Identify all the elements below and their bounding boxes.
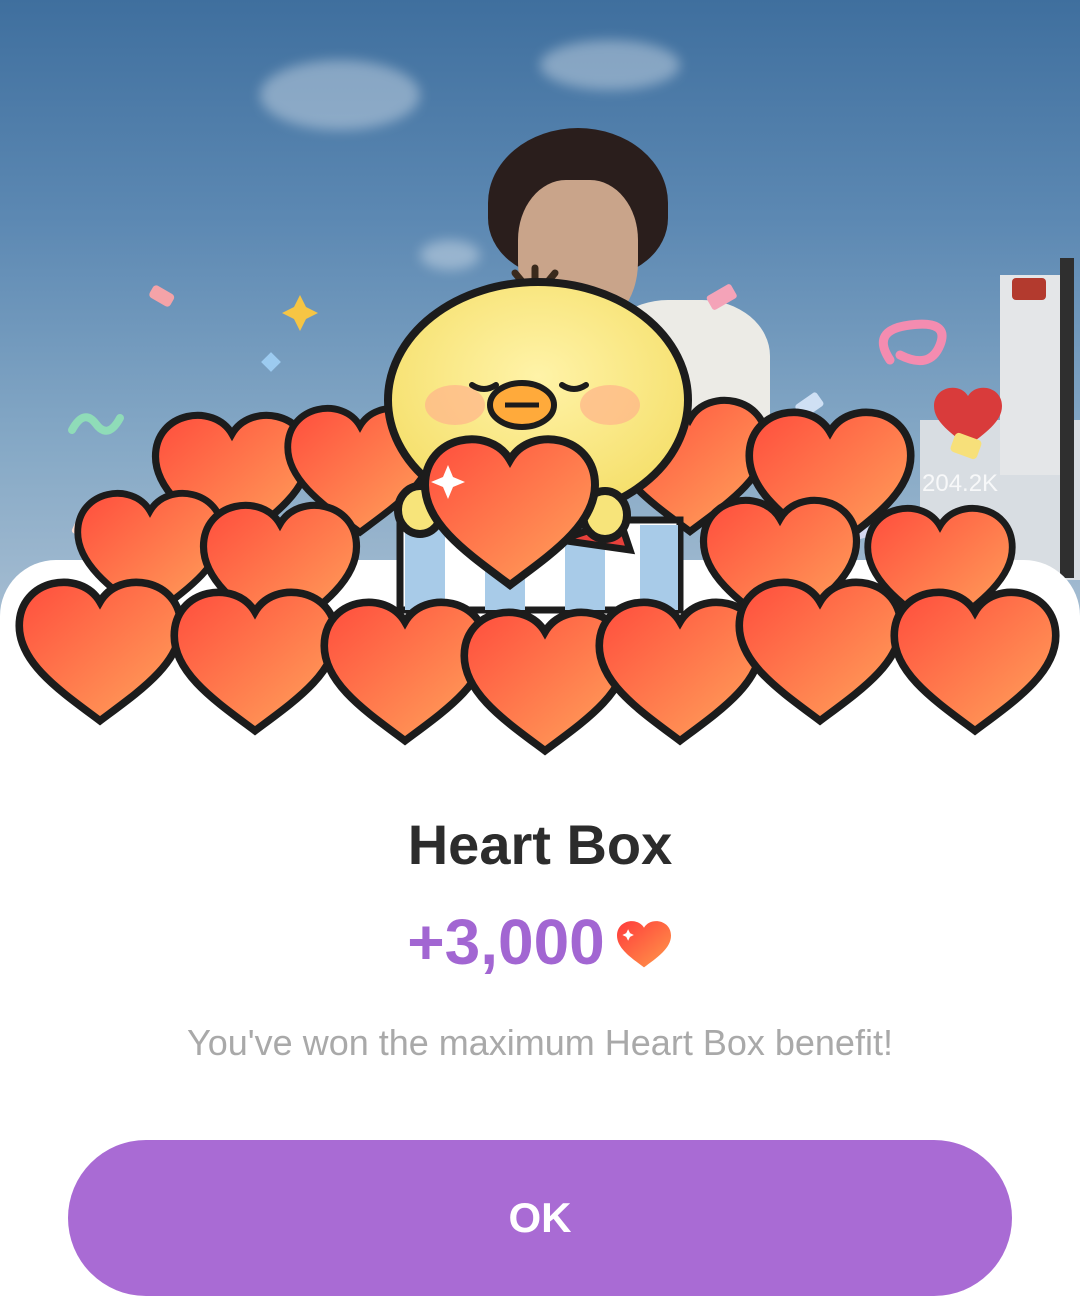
heart-icon [174,592,336,730]
heart-icon [19,582,181,720]
dialog-title: Heart Box [407,813,673,876]
reward-amount: +3,000 [407,906,605,978]
heart-icon [739,582,901,720]
confetti [149,285,175,307]
sparkle-icon [282,295,318,331]
heart-icon [616,921,671,968]
reward-message: You've won the maximum Heart Box benefit… [187,1022,893,1063]
confetti [878,319,947,366]
heart-box-illustration [0,264,1080,760]
confetti [706,284,737,310]
heart-icon [894,592,1056,730]
ok-button[interactable]: OK [68,1140,1012,1296]
confetti [68,413,124,435]
confetti [261,352,281,372]
reward-row: +3,000 [0,905,1080,979]
heart-icon [324,602,486,740]
